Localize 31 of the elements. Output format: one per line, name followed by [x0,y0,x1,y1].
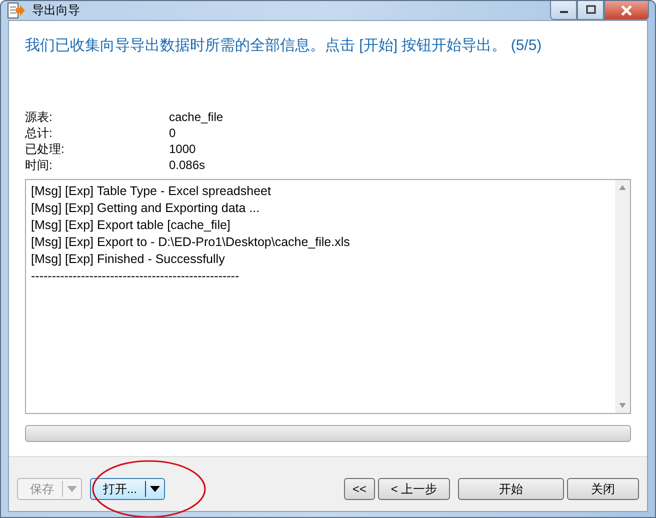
close-button[interactable] [604,1,649,20]
wizard-button[interactable]: 关闭 [567,478,639,500]
scrollbar[interactable] [615,180,630,413]
summary-value: 1000 [169,142,197,157]
maximize-icon [586,5,596,15]
maximize-button[interactable] [577,1,604,20]
dropdown-caret-icon[interactable] [150,486,160,492]
log-line: -------------------------------------------------- [31,268,240,285]
close-icon [621,4,632,16]
log-line: [Msg] [Exp] Getting and Exporting data ... [31,200,261,217]
summary-value: 0.086s [169,158,206,173]
log-line: [Msg] [Exp] Table Type - Excel spreadsheet [31,183,272,200]
summary-value: 0 [169,126,177,141]
summary-value: cache_file [169,110,224,125]
summary-label: 时间: [25,158,54,173]
summary-label: 已处理: [25,142,66,157]
scroll-down-icon [619,403,626,408]
minimize-button[interactable] [550,1,577,20]
log-line: [Msg] [Exp] Finished - Successfully [31,251,226,268]
wizard-heading: 我们已收集向导导出数据时所需的全部信息。点击 [开始] 按钮开始导出。 (5/5) [25,36,543,56]
summary-label: 源表: [25,110,54,125]
split-button-label[interactable]: 打开... [91,480,146,498]
split-button[interactable]: 打开... [90,478,166,500]
wizard-button[interactable]: << [344,478,375,500]
summary-label: 总计: [25,126,54,141]
scroll-up-icon [619,185,626,190]
wizard-button[interactable]: 开始 [458,478,564,500]
log-line: [Msg] [Exp] Export table [cache_file] [31,217,232,234]
window-title: 导出向导 [32,2,80,19]
wizard-button[interactable]: < 上一步 [378,478,450,500]
log-line: [Msg] [Exp] Export to - D:\ED-Pro1\Desktop\cache_file.xls [31,234,351,251]
